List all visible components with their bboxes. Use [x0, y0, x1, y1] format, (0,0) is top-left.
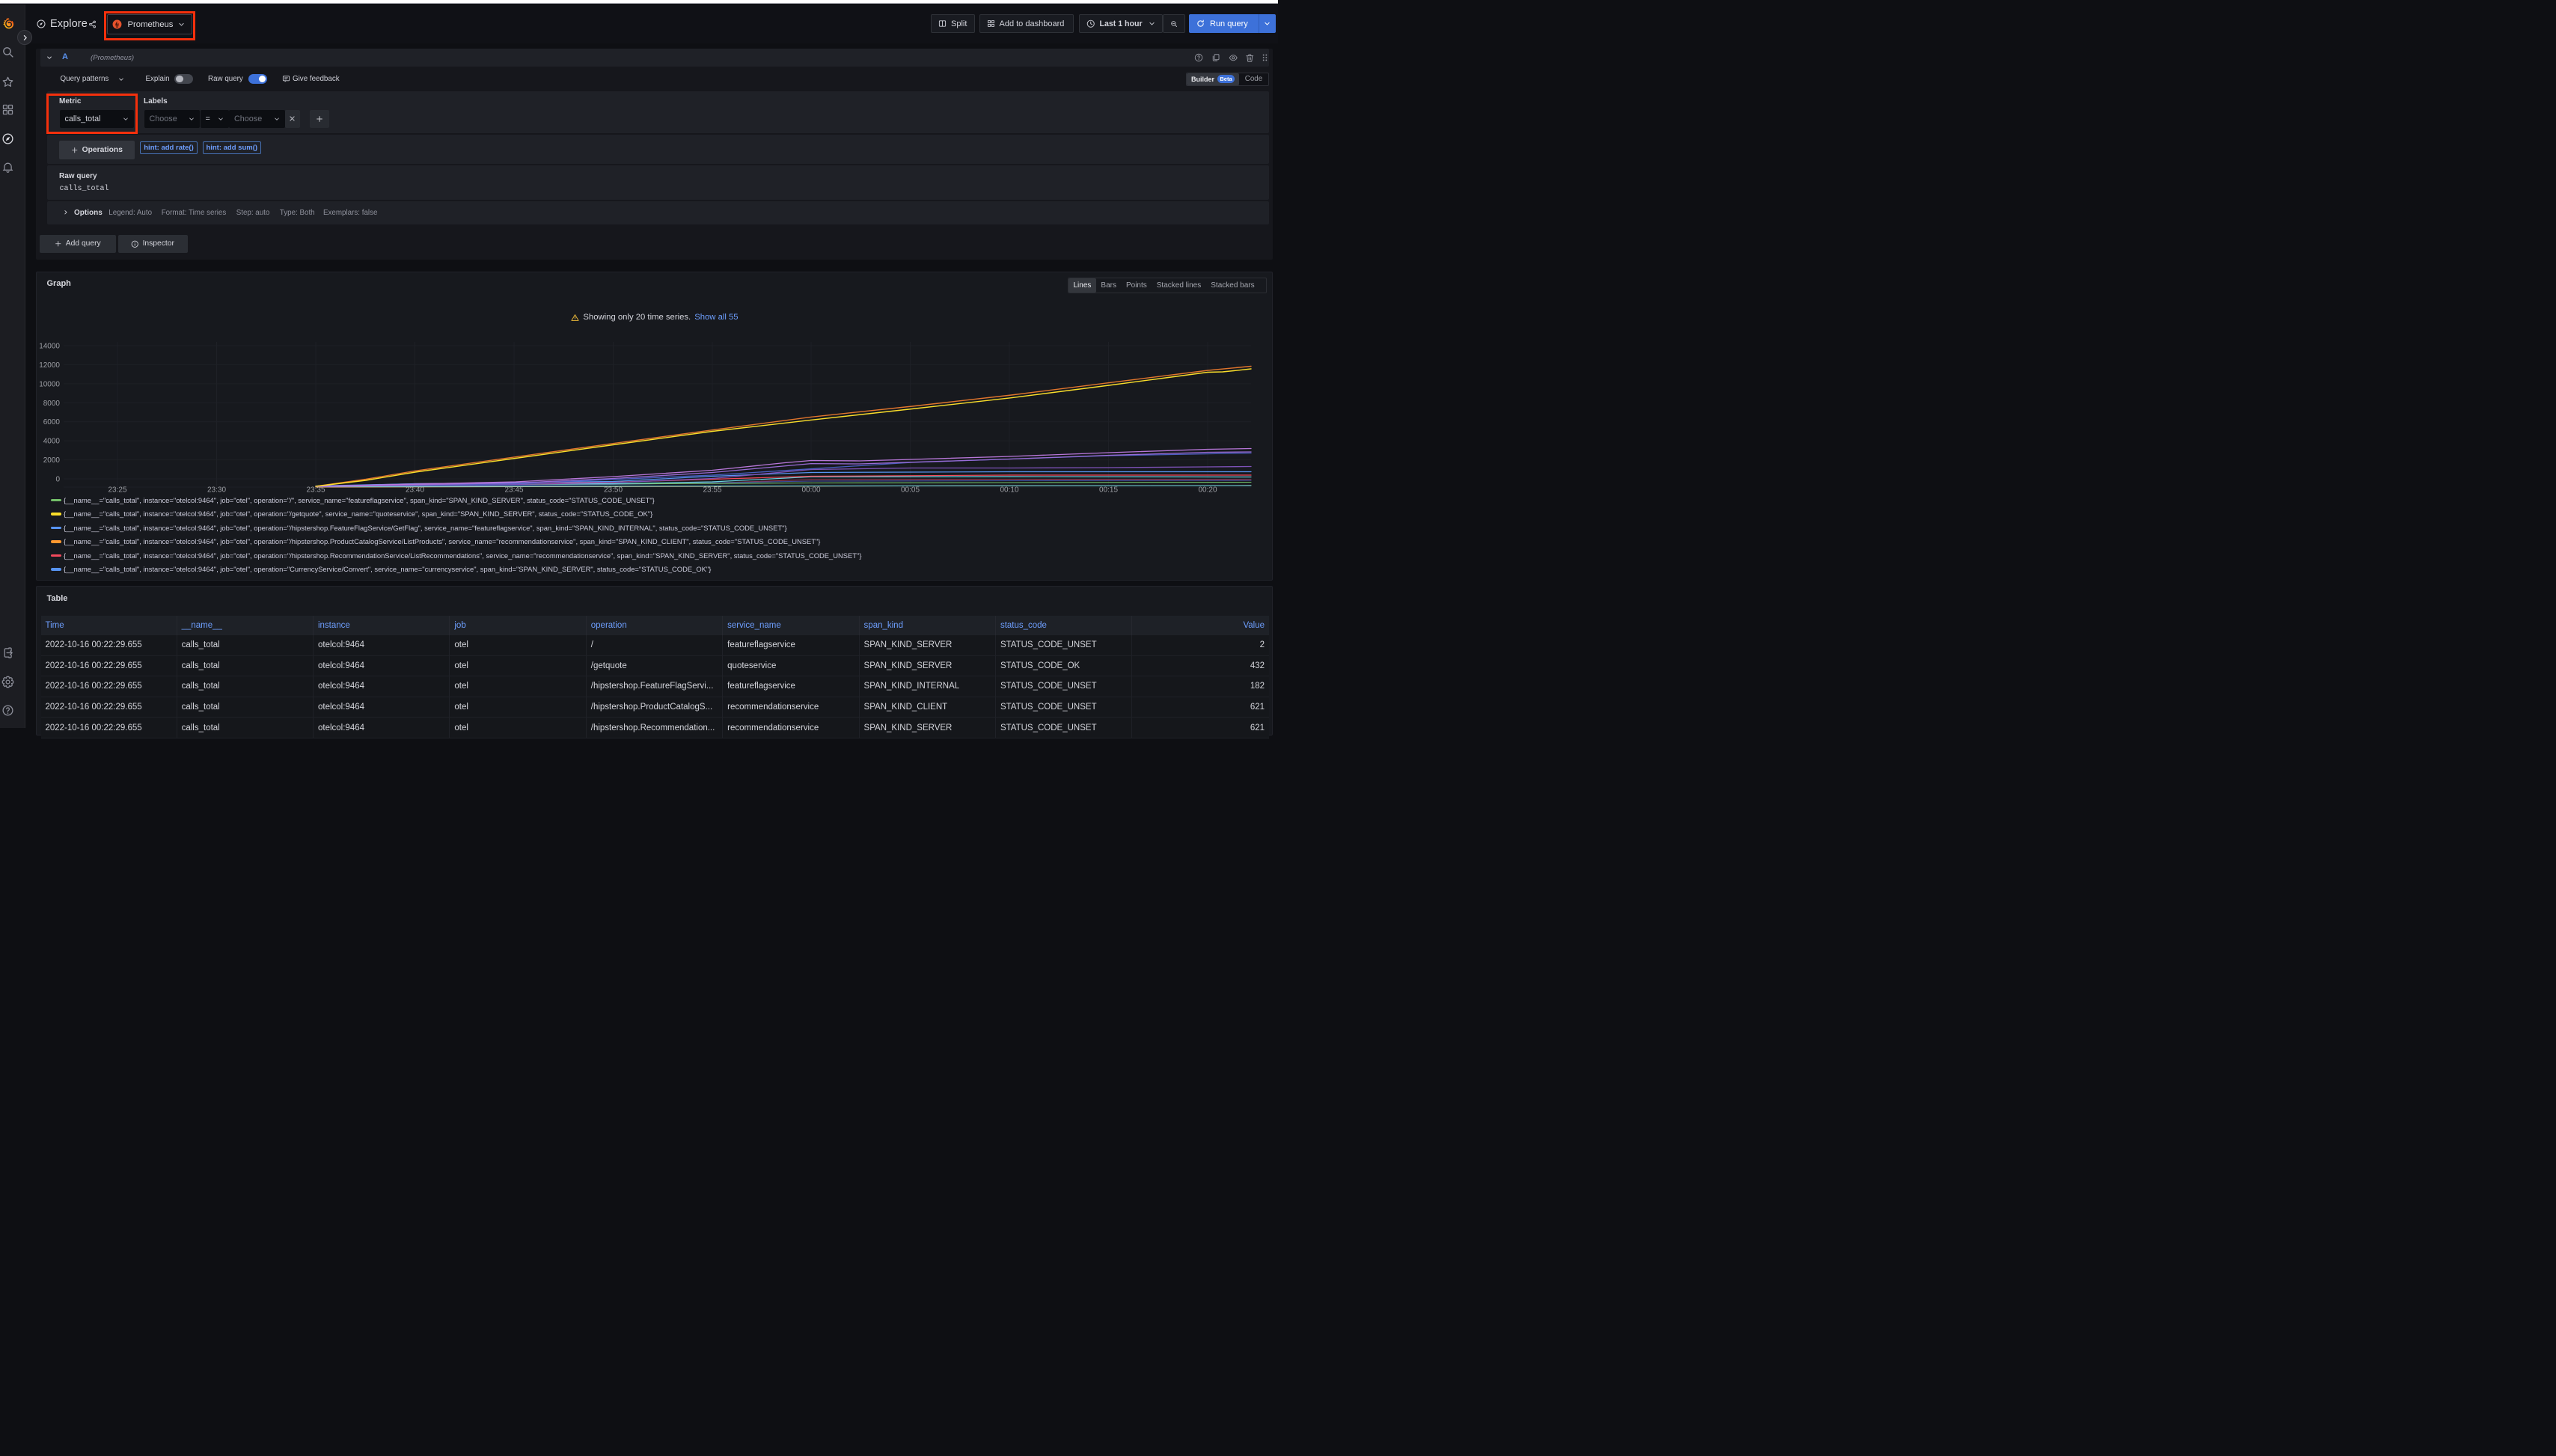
- svg-text:12000: 12000: [39, 361, 60, 370]
- svg-text:00:20: 00:20: [1198, 486, 1217, 495]
- svg-text:23:55: 23:55: [703, 486, 721, 495]
- svg-text:4000: 4000: [43, 438, 60, 446]
- svg-text:00:10: 00:10: [1000, 486, 1018, 495]
- svg-text:8000: 8000: [43, 400, 60, 408]
- svg-text:2000: 2000: [43, 456, 60, 465]
- svg-text:10000: 10000: [39, 380, 60, 388]
- svg-text:0: 0: [55, 476, 60, 484]
- svg-text:00:15: 00:15: [1098, 486, 1117, 495]
- svg-text:6000: 6000: [43, 418, 60, 426]
- svg-text:00:00: 00:00: [801, 486, 820, 495]
- svg-text:00:05: 00:05: [900, 486, 919, 495]
- svg-text:14000: 14000: [39, 343, 60, 351]
